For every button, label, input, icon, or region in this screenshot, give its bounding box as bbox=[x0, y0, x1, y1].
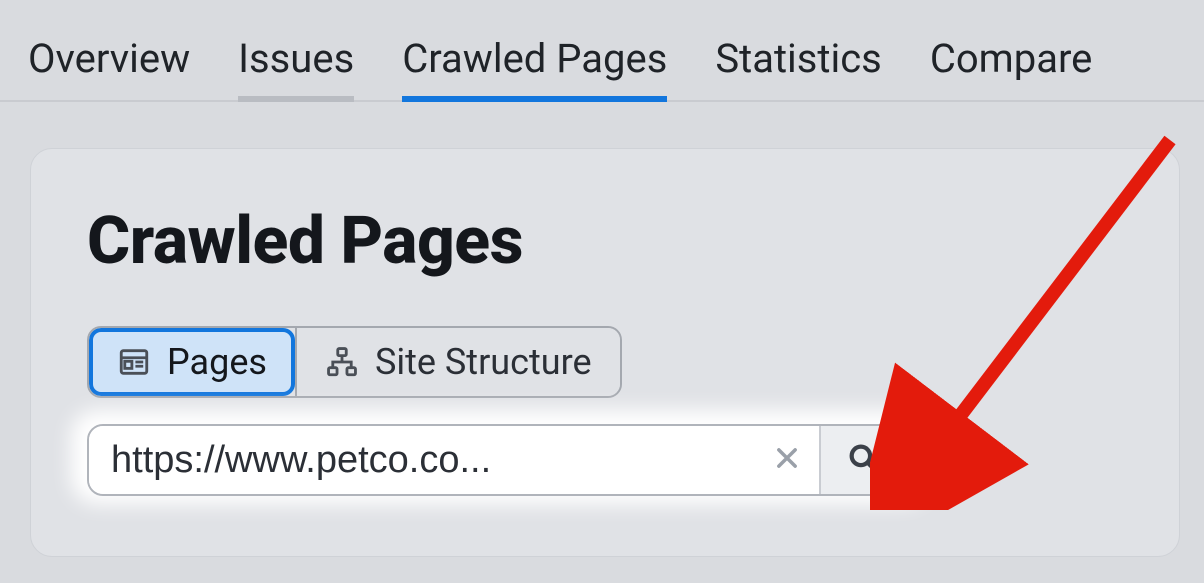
tab-overview[interactable]: Overview bbox=[28, 35, 190, 100]
crawled-pages-card: Crawled Pages Pages bbox=[30, 148, 1180, 557]
filters-label-fragment: s bbox=[925, 438, 945, 482]
search-icon bbox=[846, 441, 880, 479]
view-toggle: Pages Site Structure bbox=[87, 326, 622, 398]
filters-dropdown[interactable]: s bbox=[925, 438, 983, 482]
tab-crawled-pages[interactable]: Crawled Pages bbox=[402, 35, 667, 100]
sitemap-icon bbox=[325, 345, 359, 379]
search-button[interactable] bbox=[819, 426, 905, 494]
tab-issues[interactable]: Issues bbox=[238, 35, 354, 100]
toggle-site-structure[interactable]: Site Structure bbox=[297, 328, 620, 396]
chevron-down-icon bbox=[955, 438, 983, 482]
close-icon bbox=[773, 444, 801, 476]
toggle-pages-label: Pages bbox=[167, 341, 267, 383]
url-search-input[interactable] bbox=[89, 426, 755, 494]
toggle-pages[interactable]: Pages bbox=[89, 328, 295, 396]
page-title: Crawled Pages bbox=[87, 203, 1139, 280]
main-tabs: Overview Issues Crawled Pages Statistics… bbox=[0, 0, 1204, 102]
page-icon bbox=[117, 345, 151, 379]
clear-search-button[interactable] bbox=[755, 426, 819, 494]
tab-compare[interactable]: Compare bbox=[930, 35, 1093, 100]
toggle-site-structure-label: Site Structure bbox=[375, 341, 592, 383]
search-row: s bbox=[87, 424, 1087, 496]
url-search bbox=[87, 424, 907, 496]
tab-statistics[interactable]: Statistics bbox=[715, 35, 881, 100]
